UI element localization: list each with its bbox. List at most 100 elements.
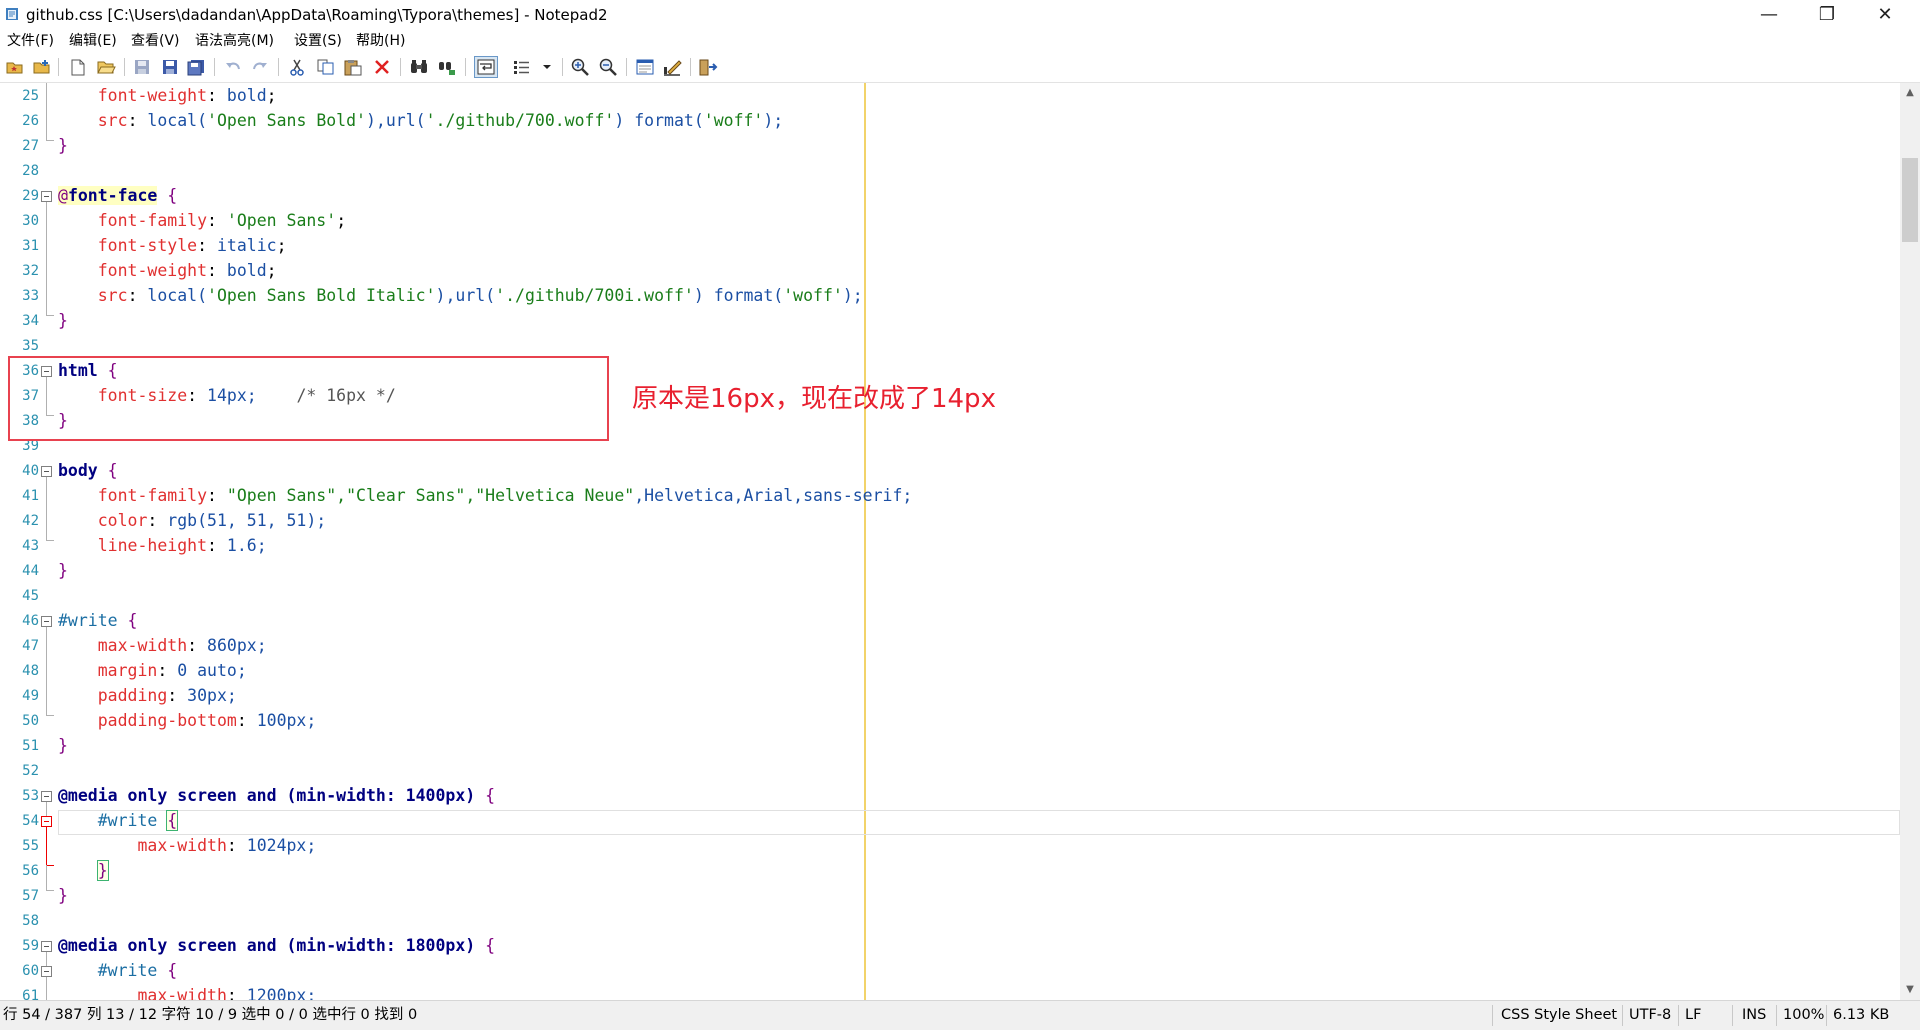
menu-syntax[interactable]: 语法高亮(M) [195, 30, 274, 52]
zoom-in-button[interactable] [570, 57, 590, 77]
menu-settings[interactable]: 设置(S) [294, 30, 342, 52]
open-file-icon [96, 61, 116, 74]
scroll-thumb[interactable] [1902, 158, 1918, 242]
code-line: @media only screen and (min-width: 1800p… [58, 936, 496, 955]
line-number: 34 [22, 313, 39, 329]
line-number: 40 [22, 463, 39, 479]
line-number: 48 [22, 663, 39, 679]
find-icon [411, 60, 427, 73]
line-number: 53 [22, 788, 39, 804]
add-favorite-icon [33, 60, 50, 74]
code-line: } [58, 136, 68, 155]
menu-help[interactable]: 帮助(H) [356, 30, 405, 52]
status-bar: 行 54 / 387 列 13 / 12 字符 10 / 9 选中 0 / 0 … [0, 1000, 1920, 1030]
code-line: max-width: 1024px; [137, 836, 317, 855]
save-as-button[interactable] [186, 57, 206, 77]
line-number: 59 [22, 938, 39, 954]
new-file-icon [71, 59, 85, 75]
code-line: #write { [97, 810, 179, 831]
code-line: font-style: italic; [97, 236, 287, 255]
open-file-button[interactable] [96, 57, 116, 77]
line-number: 26 [22, 113, 39, 129]
status-encoding[interactable]: UTF-8 [1629, 1001, 1671, 1030]
fold-toggle[interactable] [41, 966, 52, 977]
customize-schemes-button[interactable] [662, 57, 682, 77]
line-number: 55 [22, 838, 39, 854]
save-button[interactable] [160, 57, 180, 77]
line-number: 57 [22, 888, 39, 904]
copy-button[interactable] [315, 57, 335, 77]
annotation-box [8, 356, 609, 441]
code-line: @media only screen and (min-width: 1400p… [58, 786, 496, 805]
restore-button[interactable]: ❐ [1798, 0, 1856, 30]
window-title: github.css [C:\Users\dadandan\AppData\Ro… [26, 6, 608, 24]
code-line: } [58, 736, 68, 755]
minimize-icon: — [1760, 4, 1778, 25]
fold-toggle[interactable] [41, 791, 52, 802]
code-line: line-height: 1.6; [97, 536, 267, 555]
close-icon: ✕ [1877, 4, 1893, 25]
replace-button[interactable] [437, 57, 457, 77]
save-button-disabled[interactable] [132, 57, 152, 77]
line-number: 61 [22, 988, 39, 1000]
line-number: 51 [22, 738, 39, 754]
chevron-down-icon [543, 65, 551, 69]
save-as-icon [187, 59, 204, 75]
delete-icon [375, 60, 389, 74]
bullet-list-button[interactable] [512, 57, 532, 77]
open-favorites-icon [6, 62, 23, 74]
zoom-in-icon [571, 58, 589, 76]
paste-button[interactable] [343, 57, 363, 77]
line-number: 44 [22, 563, 39, 579]
fold-toggle[interactable] [41, 466, 52, 477]
zoom-out-icon [599, 58, 617, 76]
close-button[interactable]: ✕ [1856, 0, 1914, 30]
line-number: 52 [22, 763, 39, 779]
fold-toggle-active[interactable] [41, 816, 52, 827]
word-wrap-button[interactable] [474, 56, 498, 78]
new-file-button[interactable] [68, 57, 88, 77]
add-favorite-button[interactable] [32, 57, 52, 77]
code-line: color: rgb(51, 51, 51); [97, 511, 327, 530]
find-button[interactable] [409, 57, 429, 77]
vertical-scrollbar[interactable]: ▲ ▼ [1900, 83, 1920, 1000]
zoom-out-button[interactable] [598, 57, 618, 77]
list-dropdown-button[interactable] [541, 57, 553, 77]
minimize-button[interactable]: — [1740, 0, 1798, 30]
undo-icon [226, 62, 240, 70]
line-number: 47 [22, 638, 39, 654]
open-favorites-button[interactable] [5, 57, 25, 77]
exit-button[interactable] [698, 57, 718, 77]
undo-button[interactable] [223, 57, 243, 77]
redo-button[interactable] [250, 57, 270, 77]
status-eol[interactable]: LF [1685, 1001, 1701, 1030]
line-number: 50 [22, 713, 39, 729]
status-scheme[interactable]: CSS Style Sheet [1501, 1001, 1617, 1030]
title-bar: github.css [C:\Users\dadandan\AppData\Ro… [0, 0, 1920, 30]
code-line: font-family: 'Open Sans'; [97, 211, 347, 230]
menu-bar: 文件(F) 编辑(E) 查看(V) 语法高亮(M) 设置(S) 帮助(H) [0, 30, 1920, 52]
menu-view[interactable]: 查看(V) [131, 30, 180, 52]
code-line: @font-face { [58, 186, 178, 205]
fold-toggle[interactable] [41, 941, 52, 952]
line-number: 42 [22, 513, 39, 529]
menu-edit[interactable]: 编辑(E) [69, 30, 117, 52]
view-schemes-button[interactable] [635, 57, 655, 77]
code-line: font-family: "Open Sans","Clear Sans","H… [97, 486, 913, 505]
annotation-text: 原本是16px，现在改成了14px [632, 384, 996, 414]
delete-button[interactable] [372, 57, 392, 77]
code-line: } [58, 886, 68, 905]
line-number: 27 [22, 138, 39, 154]
status-zoom: 100% [1783, 1007, 1825, 1023]
scroll-down-button[interactable]: ▼ [1900, 980, 1920, 1000]
code-line: #write { [97, 961, 178, 980]
code-line: body { [58, 461, 118, 480]
scroll-up-button[interactable]: ▲ [1900, 83, 1920, 103]
code-text[interactable]: font-weight: bold; src: local('Open Sans… [58, 83, 1888, 1000]
cut-button[interactable] [287, 57, 307, 77]
editor-area[interactable]: 25 26 27 28 29 30 31 32 33 34 35 36 37 3… [0, 83, 1900, 1000]
copy-icon [317, 59, 333, 75]
fold-toggle[interactable] [41, 191, 52, 202]
menu-file[interactable]: 文件(F) [7, 30, 54, 52]
fold-toggle[interactable] [41, 616, 52, 627]
